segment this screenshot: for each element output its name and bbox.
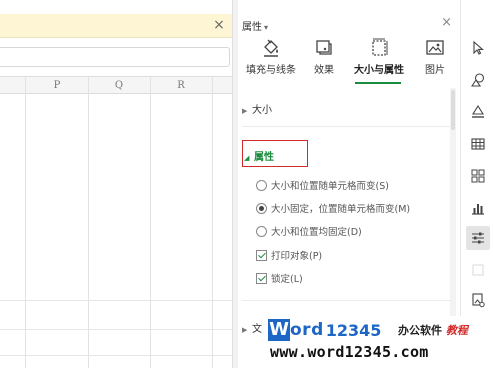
spreadsheet-area[interactable]: × P Q R bbox=[0, 0, 232, 368]
property-pane: 属性 ▾ × 填充与线条 效果 大小与属性 图片 ▶ 大小 ◢ 属性 大小和位置… bbox=[238, 0, 460, 368]
pane-close-button[interactable]: × bbox=[441, 15, 452, 30]
chart-button[interactable] bbox=[466, 196, 490, 220]
notification-bar: × bbox=[0, 14, 232, 38]
tab-label: 效果 bbox=[314, 65, 334, 76]
tagline-text: 办公软件 bbox=[398, 324, 442, 337]
shapes-icon bbox=[470, 73, 485, 87]
radio-button[interactable] bbox=[256, 179, 267, 191]
section-text-header[interactable]: ▶ 文 bbox=[242, 320, 262, 335]
tagline-accent: 教程 bbox=[445, 324, 468, 337]
effects-icon bbox=[316, 40, 332, 55]
section-size-header[interactable]: ▶ 大小 bbox=[242, 101, 272, 116]
select-tool-button[interactable] bbox=[466, 36, 490, 60]
disabled-tool-button bbox=[466, 258, 490, 282]
watermark-logo: Word 12345 bbox=[268, 318, 381, 342]
option-label: 大小和位置均固定(D) bbox=[271, 227, 362, 238]
picture-icon bbox=[426, 40, 444, 55]
bar-chart-icon bbox=[472, 204, 484, 215]
tab-label: 大小与属性 bbox=[354, 65, 404, 76]
chevron-right-icon: ▶ bbox=[242, 326, 248, 334]
chevron-down-icon: ◢ bbox=[244, 154, 250, 162]
blocks-button[interactable] bbox=[466, 164, 490, 188]
picture-settings-button[interactable] bbox=[466, 288, 490, 312]
radio-dont-move-or-size[interactable]: 大小和位置均固定(D) bbox=[256, 224, 362, 238]
logo-word: ord bbox=[290, 320, 324, 340]
checkbox[interactable] bbox=[256, 249, 267, 261]
side-toolbar bbox=[460, 0, 493, 368]
chevron-down-icon: ▾ bbox=[264, 23, 269, 32]
section-attributes-header[interactable]: ◢ 属性 bbox=[244, 148, 274, 163]
checkbox[interactable] bbox=[256, 272, 267, 284]
tab-label: 填充与线条 bbox=[246, 65, 296, 76]
fill-line-icon bbox=[264, 39, 278, 57]
radio-move-and-size[interactable]: 大小和位置随单元格而变(S) bbox=[256, 178, 389, 192]
logo-letter: W bbox=[268, 319, 290, 341]
shapes-button[interactable] bbox=[466, 68, 490, 92]
divider bbox=[242, 126, 452, 127]
tab-fill-line[interactable]: 填充与线条 bbox=[240, 38, 302, 76]
select-cursor-icon bbox=[473, 40, 484, 55]
section-label: 属性 bbox=[254, 152, 274, 163]
watermark-url: www.word12345.com bbox=[270, 343, 429, 361]
checkbox-print-object[interactable]: 打印对象(P) bbox=[256, 248, 322, 262]
option-label: 打印对象(P) bbox=[271, 251, 323, 262]
fill-button[interactable] bbox=[466, 100, 490, 124]
properties-sliders-icon bbox=[472, 232, 484, 244]
checkbox-locked[interactable]: 锁定(L) bbox=[256, 271, 303, 285]
disabled-tool-icon bbox=[472, 264, 484, 276]
column-header-p[interactable]: P bbox=[26, 77, 88, 94]
pane-title-text: 属性 bbox=[242, 22, 262, 33]
notification-close-button[interactable]: × bbox=[212, 17, 226, 33]
option-label: 大小和位置随单元格而变(S) bbox=[271, 181, 389, 192]
properties-button[interactable] bbox=[466, 226, 490, 250]
option-label: 锁定(L) bbox=[271, 274, 303, 285]
section-label: 文 bbox=[252, 324, 262, 335]
fill-bucket-icon bbox=[472, 104, 484, 118]
active-tab-indicator bbox=[355, 82, 401, 84]
formula-bar-input[interactable] bbox=[0, 47, 230, 67]
tab-effects[interactable]: 效果 bbox=[306, 38, 342, 76]
table-icon bbox=[471, 138, 485, 150]
logo-number: 12345 bbox=[325, 320, 382, 340]
divider bbox=[242, 300, 452, 301]
column-header-row: P Q R bbox=[0, 76, 232, 94]
watermark: Word 12345 办公软件 教程 www.word12345.com bbox=[266, 316, 493, 368]
tab-picture[interactable]: 图片 bbox=[420, 38, 450, 76]
watermark-tagline: 办公软件 教程 bbox=[398, 322, 468, 338]
cell-grid[interactable] bbox=[0, 94, 232, 368]
size-properties-icon bbox=[372, 38, 388, 56]
pane-title[interactable]: 属性 ▾ bbox=[242, 18, 268, 33]
section-label: 大小 bbox=[252, 105, 272, 116]
tab-size-properties[interactable]: 大小与属性 bbox=[352, 38, 406, 76]
tab-label: 图片 bbox=[425, 65, 445, 76]
radio-move-dont-size[interactable]: 大小固定，位置随单元格而变(M) bbox=[256, 201, 410, 215]
radio-button[interactable] bbox=[256, 202, 267, 214]
grid-blocks-icon bbox=[471, 169, 485, 183]
column-header-q[interactable]: Q bbox=[88, 77, 150, 94]
option-label: 大小固定，位置随单元格而变(M) bbox=[271, 204, 411, 215]
table-button[interactable] bbox=[466, 132, 490, 156]
picture-settings-icon bbox=[472, 293, 485, 308]
column-header-r[interactable]: R bbox=[150, 77, 212, 94]
radio-button[interactable] bbox=[256, 225, 267, 237]
chevron-right-icon: ▶ bbox=[242, 107, 248, 115]
